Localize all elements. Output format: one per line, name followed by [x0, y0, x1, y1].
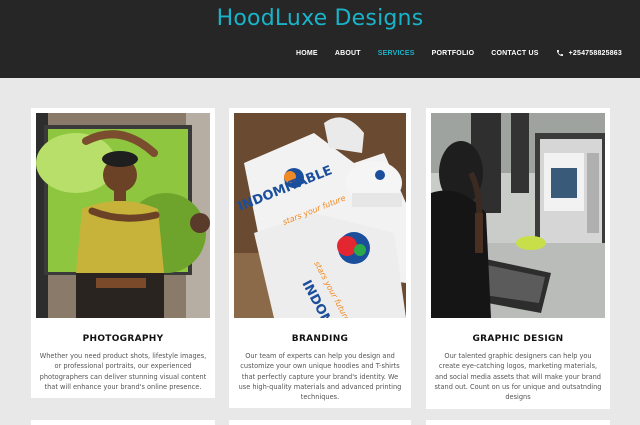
- main-nav: HOME ABOUT SERVICES PORTFOLIO CONTACT US…: [296, 49, 622, 57]
- service-card-branding: INDOMITABLE INDOMITABLE stars your futur…: [229, 108, 411, 408]
- service-title-graphic-design: GRAPHIC DESIGN: [472, 334, 564, 344]
- graphic-design-image: [431, 113, 605, 318]
- service-card-photography: PHOTOGRAPHY Whether you need product sho…: [31, 108, 215, 398]
- service-title-branding: BRANDING: [291, 334, 349, 344]
- site-header: HoodLuxe Designs HOME ABOUT SERVICES POR…: [0, 0, 640, 78]
- service-card-graphic-design: GRAPHIC DESIGN Our talented graphic desi…: [426, 108, 610, 409]
- nav-home[interactable]: HOME: [296, 50, 318, 57]
- phone-icon: [556, 50, 563, 56]
- next-card-edge-3: [426, 420, 610, 425]
- service-desc-branding: Our team of experts can help you design …: [238, 352, 402, 402]
- nav-portfolio[interactable]: PORTFOLIO: [432, 50, 475, 57]
- nav-about[interactable]: ABOUT: [335, 50, 361, 57]
- branding-image: INDOMITABLE INDOMITABLE stars your futur…: [234, 113, 406, 318]
- service-desc-graphic-design: Our talented graphic designers can help …: [434, 352, 602, 402]
- service-title-photography: PHOTOGRAPHY: [82, 334, 164, 344]
- next-card-edge-2: [229, 420, 411, 425]
- photography-image: [36, 113, 210, 318]
- service-desc-photography: Whether you need product shots, lifestyl…: [39, 352, 207, 391]
- phone-number: +254758825863: [568, 49, 622, 57]
- next-card-edge-1: [31, 420, 215, 425]
- site-logo[interactable]: HoodLuxe Designs: [0, 6, 640, 31]
- nav-contact-us[interactable]: CONTACT US: [491, 50, 538, 57]
- nav-services[interactable]: SERVICES: [378, 50, 415, 57]
- nav-phone[interactable]: +254758825863: [556, 49, 622, 57]
